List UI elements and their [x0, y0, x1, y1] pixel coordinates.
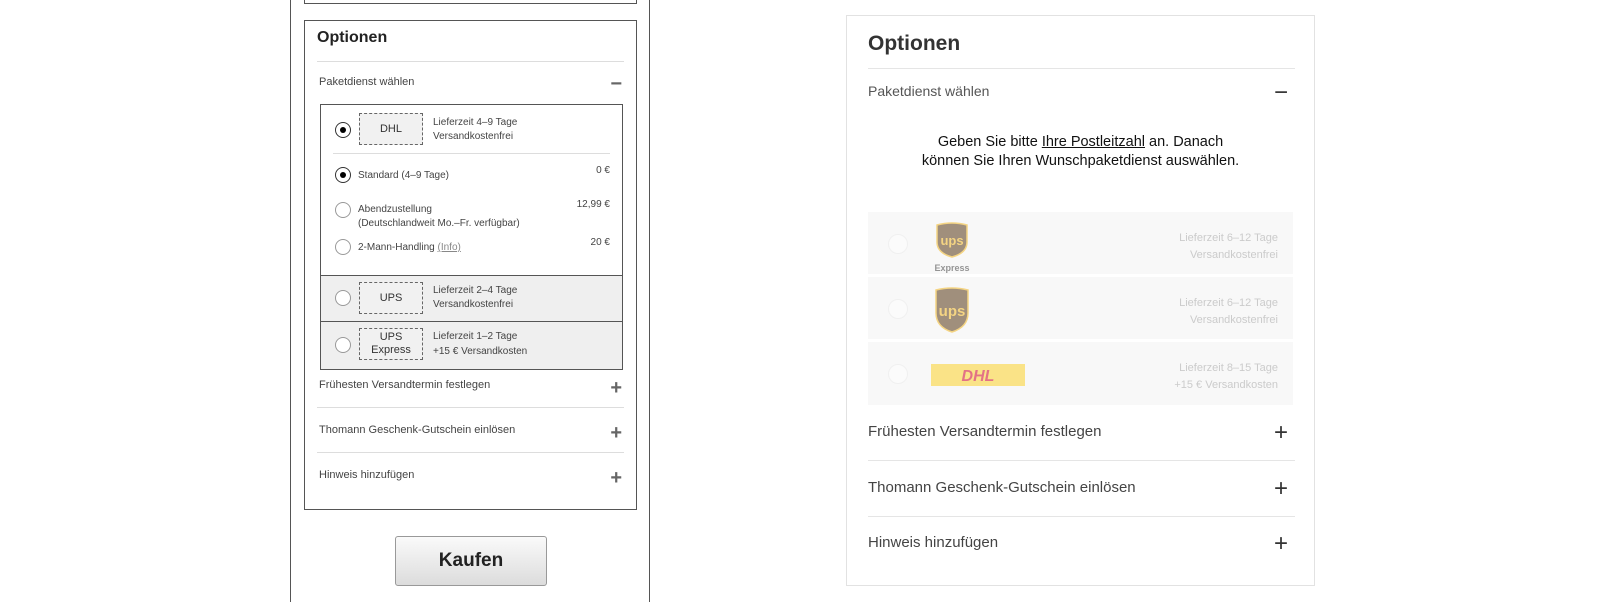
carrier-option-ups-express[interactable]: ups Express Lieferzeit 6–12 Tage Versand… — [868, 212, 1293, 275]
plus-icon[interactable]: + — [610, 378, 622, 398]
divider — [317, 452, 624, 453]
collapse-icon[interactable]: − — [610, 74, 622, 94]
accordion-label: Thomann Geschenk-Gutschein einlösen — [319, 424, 516, 436]
svg-text:DHL: DHL — [962, 368, 995, 385]
accordion-label: Hinweis hinzufügen — [319, 469, 415, 481]
plus-icon[interactable]: + — [1274, 477, 1288, 501]
carrier-logo-placeholder: UPS — [359, 282, 423, 314]
carrier-delivery-time: Lieferzeit 8–15 Tage — [1179, 362, 1278, 374]
carrier-info: Lieferzeit 6–12 Tage Versandkostenfrei — [1179, 295, 1278, 329]
carrier-shipping-cost: +15 € Versandkosten — [433, 346, 528, 357]
postal-code-message: Geben Sie bitte Ihre Postleitzahl an. Da… — [867, 133, 1294, 171]
divider — [868, 68, 1295, 69]
carrier-delivery-time: Lieferzeit 1–2 Tage — [433, 331, 518, 342]
carrier-option-ups-express[interactable]: UPS Express Lieferzeit 1–2 Tage +15 € Ve… — [321, 321, 622, 369]
wireframe-carrier-list: DHL Lieferzeit 4–9 Tage Versandkostenfre… — [320, 104, 623, 370]
ups-express-logo-icon: ups Express — [932, 222, 972, 273]
info-link[interactable]: (Info) — [438, 242, 461, 253]
carrier-option-ups[interactable]: UPS Lieferzeit 2–4 Tage Versandkostenfre… — [321, 275, 622, 321]
carrier-delivery-time: Lieferzeit 4–9 Tage — [433, 117, 518, 128]
divider — [333, 153, 610, 154]
wireframe-previous-section — [304, 0, 637, 4]
message-text: an. Danach — [1144, 134, 1224, 150]
carrier-shipping-cost: +15 € Versandkosten — [1174, 379, 1278, 391]
wireframe-options-panel: Optionen Paketdienst wählen − DHL Liefer… — [304, 20, 637, 510]
carrier-option-ups[interactable]: ups Lieferzeit 6–12 Tage Versandkostenfr… — [868, 277, 1293, 340]
radio-button-standard[interactable] — [335, 167, 351, 183]
radio-button-2mann[interactable] — [335, 239, 351, 255]
collapse-icon[interactable]: − — [1274, 81, 1288, 105]
buy-button[interactable]: Kaufen — [395, 536, 547, 586]
sub-option-price: 20 € — [590, 237, 610, 248]
carrier-shipping-cost: Versandkostenfrei — [433, 131, 514, 142]
design-options-panel: Optionen Paketdienst wählen − Geben Sie … — [846, 15, 1315, 586]
carrier-shipping-cost: Versandkostenfrei — [1189, 249, 1278, 261]
radio-button-ups-express[interactable] — [335, 337, 351, 353]
carrier-delivery-time: Lieferzeit 6–12 Tage — [1179, 232, 1278, 244]
divider — [868, 516, 1295, 517]
radio-button-dhl[interactable] — [335, 122, 351, 138]
svg-text:ups: ups — [939, 303, 966, 320]
sub-option-price: 0 € — [596, 165, 610, 176]
wireframe-panel-title: Optionen — [317, 29, 388, 46]
dhl-logo-icon: DHL — [931, 362, 1025, 388]
accordion-label: Paketdienst wählen — [868, 83, 990, 99]
accordion-label: Hinweis hinzufügen — [868, 534, 999, 551]
message-text: Geben Sie bitte — [937, 134, 1042, 150]
carrier-shipping-cost: Versandkostenfrei — [1189, 314, 1278, 326]
design-panel-title: Optionen — [868, 32, 961, 55]
carrier-shipping-cost: Versandkostenfrei — [433, 299, 514, 310]
sub-option-price: 12,99 € — [576, 199, 610, 210]
divider — [317, 407, 624, 408]
plus-icon[interactable]: + — [610, 423, 622, 443]
accordion-label: Paketdienst wählen — [319, 76, 415, 88]
carrier-options-disabled: ups Express Lieferzeit 6–12 Tage Versand… — [868, 212, 1293, 409]
plus-icon[interactable]: + — [610, 468, 622, 488]
postal-code-link[interactable]: Ihre Postleitzahl — [1042, 134, 1145, 150]
sub-option-label: 2-Mann-Handling — [358, 242, 435, 253]
sub-option-label: Standard (4–9 Tage) — [358, 170, 449, 181]
carrier-option-dhl[interactable]: DHL Lieferzeit 8–15 Tage +15 € Versandko… — [868, 342, 1293, 406]
radio-button-abendzustellung[interactable] — [335, 202, 351, 218]
carrier-delivery-time: Lieferzeit 6–12 Tage — [1179, 297, 1278, 309]
carrier-info: Lieferzeit 6–12 Tage Versandkostenfrei — [1179, 230, 1278, 264]
radio-button-ups[interactable] — [335, 290, 351, 306]
accordion-label: Frühesten Versandtermin festlegen — [319, 379, 491, 391]
carrier-delivery-time: Lieferzeit 2–4 Tage — [433, 285, 518, 296]
carrier-info: Lieferzeit 8–15 Tage +15 € Versandkosten — [1174, 360, 1278, 394]
sub-option-label-group: 2-Mann-Handling (Info) — [358, 241, 461, 255]
divider — [317, 61, 624, 62]
plus-icon[interactable]: + — [1274, 532, 1288, 556]
message-text: können Sie Ihren Wunschpaketdienst auswä… — [921, 153, 1240, 169]
radio-button-dhl[interactable] — [888, 364, 908, 384]
ups-logo-icon: ups — [932, 287, 972, 335]
sub-option-label: Abendzustellung — [358, 204, 432, 215]
logo-sublabel: Express — [934, 263, 970, 273]
carrier-logo-placeholder: UPS Express — [359, 328, 423, 360]
carrier-logo-placeholder: DHL — [359, 113, 423, 145]
plus-icon[interactable]: + — [1274, 421, 1288, 445]
radio-button-ups-express[interactable] — [888, 234, 908, 254]
accordion-label: Thomann Geschenk-Gutschein einlösen — [868, 479, 1136, 496]
divider — [868, 460, 1295, 461]
sub-option-sublabel: (Deutschlandweit Mo.–Fr. verfügbar) — [358, 218, 520, 229]
accordion-label: Frühesten Versandtermin festlegen — [868, 423, 1102, 440]
radio-button-ups[interactable] — [888, 299, 908, 319]
svg-text:ups: ups — [940, 233, 963, 248]
